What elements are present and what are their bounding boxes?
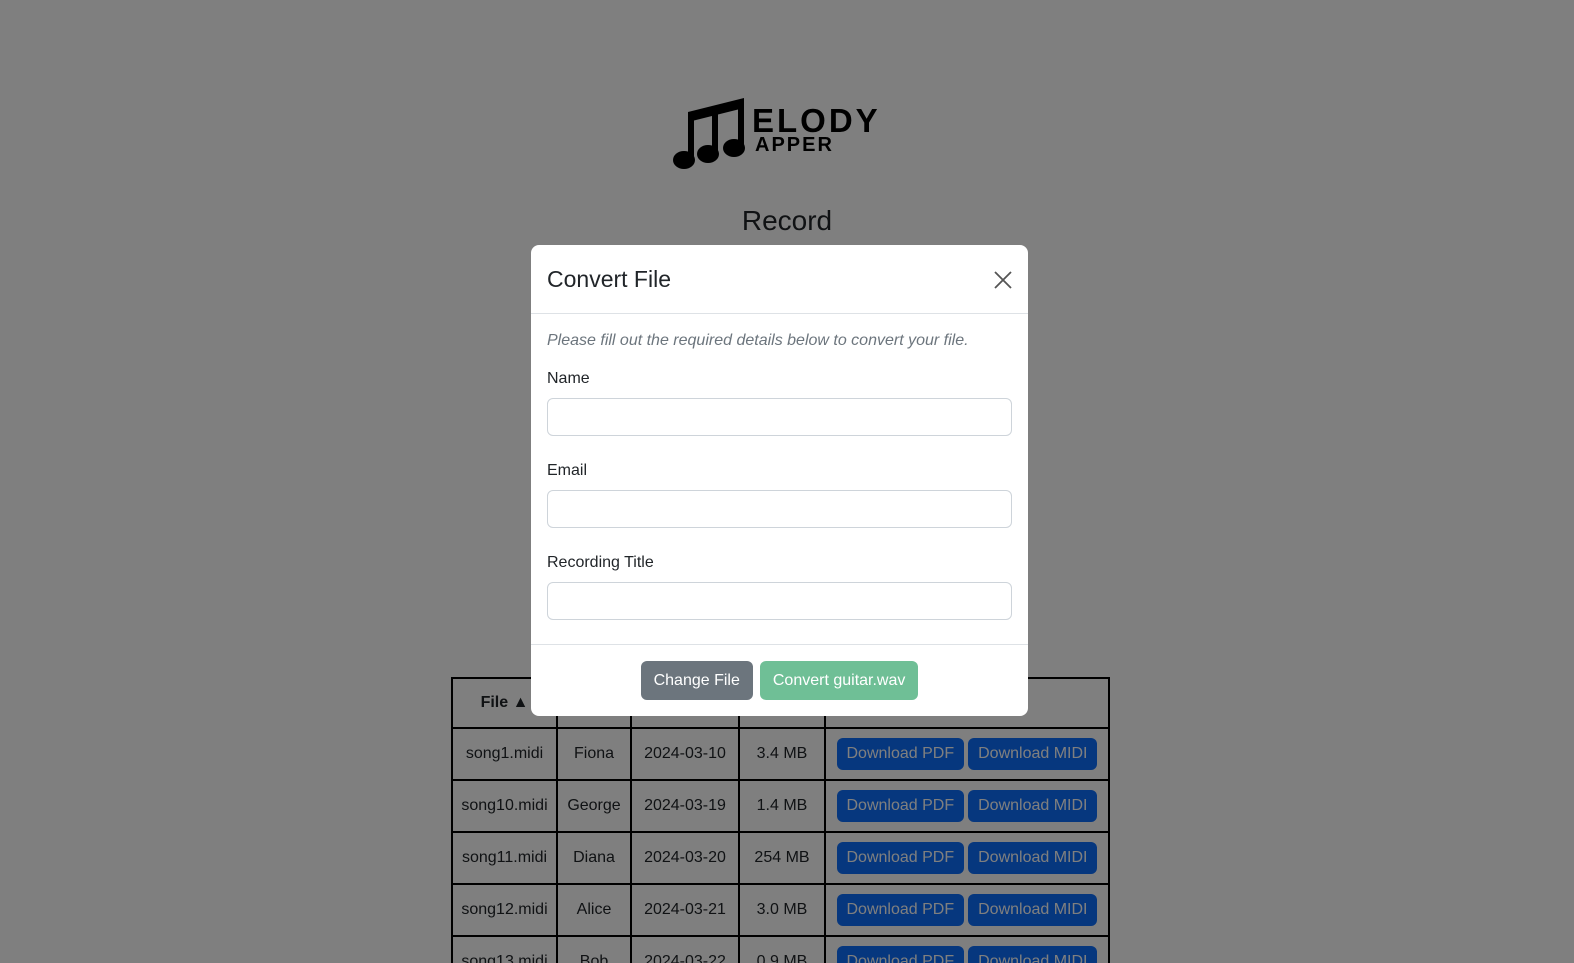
convert-file-modal: Convert File Please fill out the require…: [531, 245, 1028, 716]
name-input[interactable]: [547, 398, 1012, 436]
modal-body: Please fill out the required details bel…: [531, 314, 1028, 644]
email-label: Email: [547, 462, 588, 479]
modal-footer: Change File Convert guitar.wav: [531, 644, 1028, 716]
modal-header: Convert File: [531, 245, 1028, 314]
email-input[interactable]: [547, 490, 1012, 528]
convert-button[interactable]: Convert guitar.wav: [759, 661, 919, 700]
close-button[interactable]: [992, 269, 1014, 291]
recording-title-label: Recording Title: [547, 554, 654, 571]
close-icon: [994, 271, 1012, 289]
name-label: Name: [547, 370, 590, 387]
change-file-button[interactable]: Change File: [640, 661, 753, 700]
modal-title: Convert File: [547, 266, 671, 292]
modal-instructions: Please fill out the required details bel…: [547, 332, 969, 349]
recording-title-input[interactable]: [547, 582, 1012, 620]
